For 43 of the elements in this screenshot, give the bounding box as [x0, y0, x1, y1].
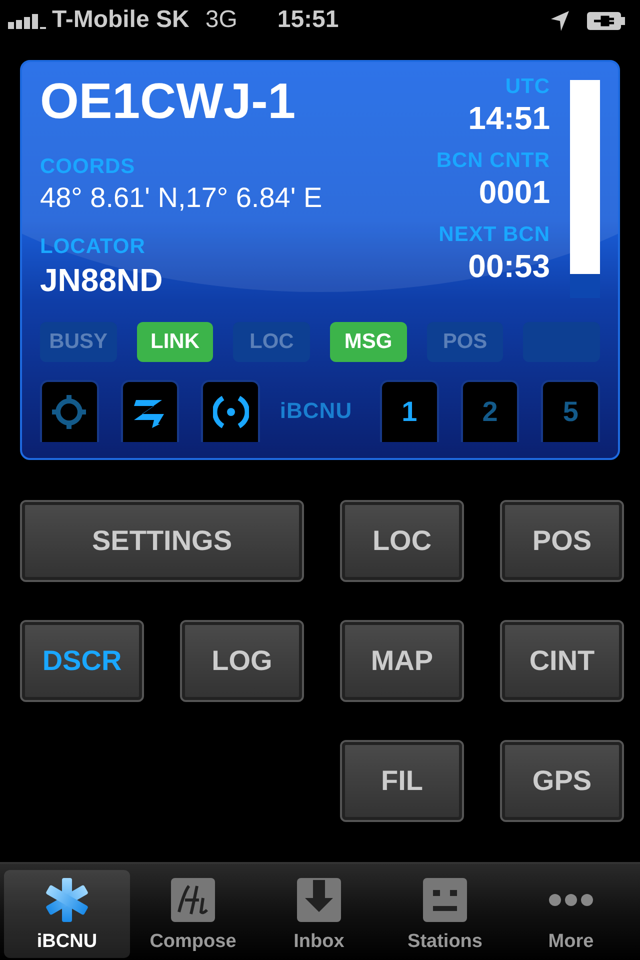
menu-button[interactable]: MAP [342, 622, 462, 700]
menu-button[interactable]: POS [502, 502, 622, 580]
field-label: LOCATOR [40, 236, 146, 257]
more-icon [549, 894, 593, 906]
callsign: OE1CWJ-1 [40, 76, 297, 126]
slot-tab[interactable]: 1 [380, 380, 439, 442]
asterisk-icon [43, 876, 91, 924]
crosshair-icon [51, 394, 88, 430]
menu-button[interactable]: LOC [342, 502, 462, 580]
menu-button[interactable]: DSCR [22, 622, 142, 700]
field-value: 48° 8.61' N,17° 6.84' E [40, 183, 324, 214]
field-value: 14:51 [467, 101, 550, 136]
app-name: iBCNU [280, 400, 352, 422]
status-indicator: LINK [136, 322, 214, 362]
field-value: 00:53 [467, 249, 550, 285]
status-indicator: LOC [233, 322, 310, 362]
signature-icon [169, 876, 217, 924]
mode-tab[interactable] [201, 380, 260, 442]
tab-bar-item[interactable]: More [508, 870, 634, 958]
status-indicator: POS [426, 322, 504, 362]
status-indicator: MSG [330, 322, 407, 362]
broadcast-icon [212, 394, 249, 430]
menu-button[interactable]: SETTINGS [22, 502, 302, 580]
field-label: NEXT BCN [438, 224, 550, 246]
network-type: 3G [205, 5, 238, 35]
tab-bar-item[interactable]: Inbox [256, 870, 382, 958]
tab-bar-item[interactable]: Compose [130, 870, 256, 958]
field-label: BCN CNTR [436, 150, 550, 172]
face-icon [421, 876, 469, 924]
download-icon [295, 876, 343, 924]
field-label: COORDS [40, 156, 136, 177]
field-value: JN88ND [40, 262, 164, 298]
mode-tab[interactable] [120, 380, 180, 442]
tab-bar-item[interactable]: Stations [382, 870, 508, 958]
menu-button[interactable]: CINT [502, 622, 622, 700]
field-value: 0001 [478, 175, 550, 210]
tab-bar-item[interactable]: iBCNU [4, 870, 130, 958]
clock: 15:51 [277, 5, 339, 35]
menu-button[interactable]: GPS [502, 742, 622, 820]
menu-button[interactable]: FIL [342, 742, 462, 820]
carrier-name: T-Mobile SK [52, 5, 190, 35]
menu-button[interactable]: LOG [182, 622, 302, 700]
status-indicator: BUSY [40, 322, 117, 362]
